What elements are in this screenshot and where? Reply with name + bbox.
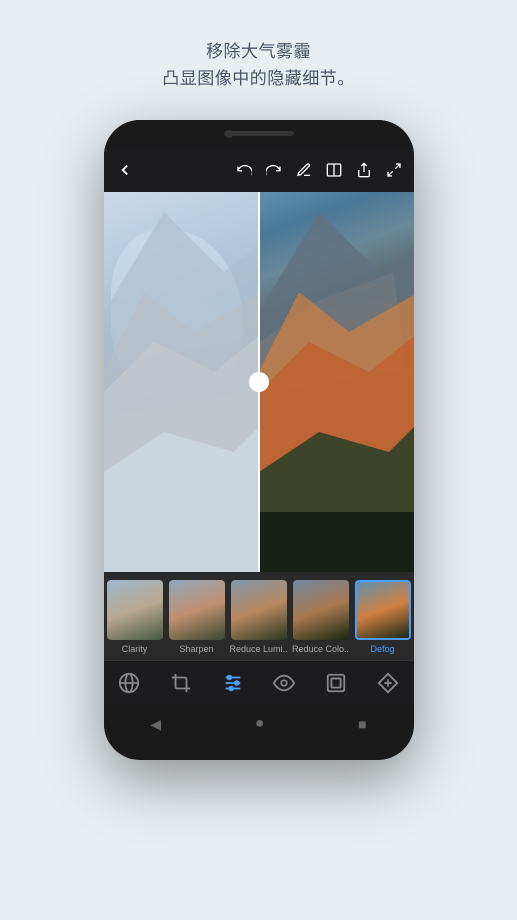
android-home-button[interactable]: ●: [255, 715, 265, 733]
fullscreen-icon[interactable]: [386, 161, 402, 179]
thumb-reduce-color[interactable]: Reduce Colo..: [290, 580, 352, 660]
redo-button[interactable]: [266, 161, 282, 179]
nav-adjust-icon[interactable]: [222, 672, 244, 694]
snow-overlay: [111, 230, 243, 401]
image-before: [104, 192, 259, 572]
description-text: 移除大气雾霾 凸显图像中的隐藏细节。: [0, 0, 517, 112]
undo-button[interactable]: [236, 161, 252, 179]
nav-layers-icon[interactable]: [325, 672, 347, 694]
edit-icon[interactable]: [296, 161, 312, 179]
phone-speaker: [224, 131, 294, 136]
filter-thumbnail-strip: Clarity Sharpen Reduce Lumi..: [104, 572, 414, 660]
thumb-reduce-lumi[interactable]: Reduce Lumi..: [228, 580, 290, 660]
phone-screen: Clarity Sharpen Reduce Lumi..: [104, 148, 414, 704]
compare-icon[interactable]: [326, 161, 342, 179]
android-recent-button[interactable]: ■: [358, 716, 366, 732]
thumb-defog-label: Defog: [370, 644, 394, 660]
thumb-reduce-lumi-label: Reduce Lumi..: [229, 644, 287, 660]
image-comparison-area[interactable]: [104, 192, 414, 572]
title-line1: 移除大气雾霾: [40, 38, 477, 65]
thumb-defog[interactable]: Defog: [352, 580, 414, 660]
thumb-clarity-label: Clarity: [122, 644, 148, 660]
nav-crop-icon[interactable]: [170, 672, 192, 694]
nav-effects-icon[interactable]: [118, 672, 140, 694]
thumb-reduce-color-label: Reduce Colo..: [292, 644, 349, 660]
comparison-divider[interactable]: [258, 192, 260, 572]
thumb-clarity[interactable]: Clarity: [104, 580, 166, 660]
share-icon[interactable]: [356, 161, 372, 179]
thumb-sharpen-label: Sharpen: [179, 644, 213, 660]
android-back-button[interactable]: ◀: [150, 716, 161, 733]
divider-handle[interactable]: [249, 372, 269, 392]
bottom-nav: [104, 660, 414, 704]
app-toolbar: [104, 148, 414, 192]
nav-selective-icon[interactable]: [273, 672, 295, 694]
phone-device: Clarity Sharpen Reduce Lumi..: [104, 120, 414, 760]
title-line2: 凸显图像中的隐藏细节。: [40, 65, 477, 92]
back-button[interactable]: [116, 161, 134, 179]
phone-top-bar: [104, 120, 414, 148]
nav-healing-icon[interactable]: [377, 672, 399, 694]
thumb-sharpen[interactable]: Sharpen: [166, 580, 228, 660]
android-nav-bar: ◀ ● ■: [104, 704, 414, 744]
image-after: [259, 192, 414, 572]
